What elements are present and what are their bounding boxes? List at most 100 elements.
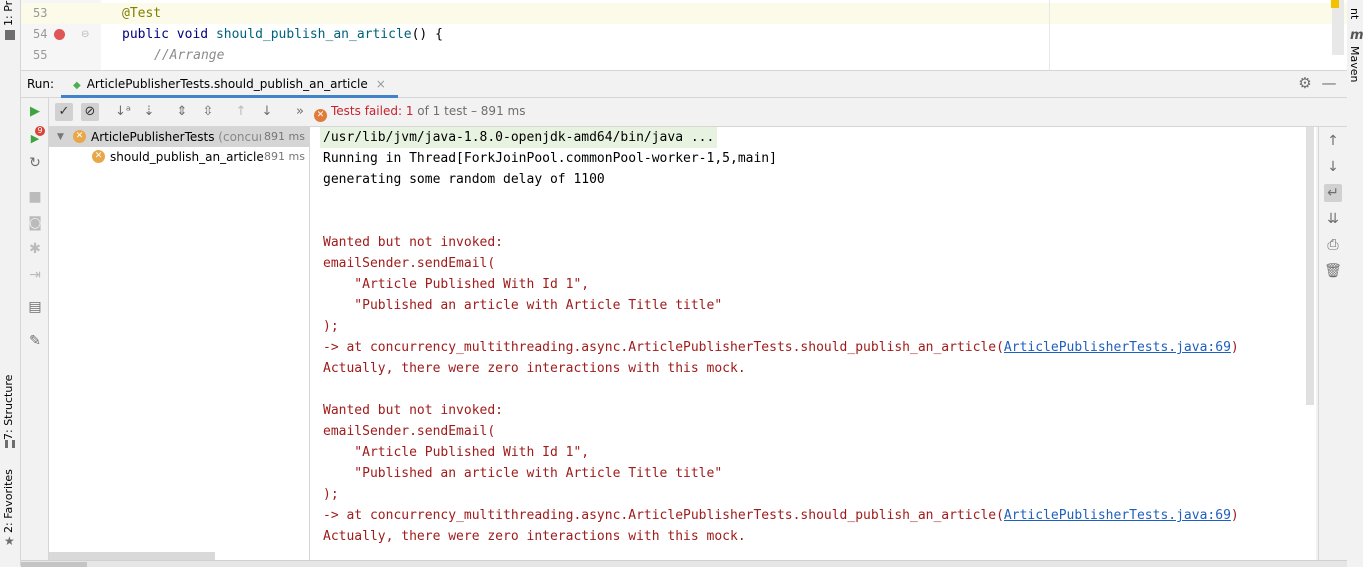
pin-icon[interactable]: ✎: [26, 332, 44, 350]
run-test-gutter-icon[interactable]: [54, 29, 65, 40]
console-stack-line: -> at concurrency_multithreading.async.A…: [323, 337, 1239, 358]
sort-alphabetically-icon[interactable]: ↓ᵃ: [114, 103, 132, 121]
favorites-tool-tab[interactable]: 2: Favorites ★: [0, 465, 20, 555]
star-icon: ★: [4, 534, 15, 548]
console-error-line: Actually, there were zero interactions w…: [323, 529, 746, 544]
test-failed-icon: ✕: [73, 130, 86, 143]
gear-icon[interactable]: ⚙: [1297, 75, 1313, 91]
down-arrow-icon[interactable]: ↓: [1324, 158, 1342, 176]
stack-trace-text: -> at concurrency_multithreading.async.A…: [323, 340, 1004, 355]
favorites-tab-label: 2: Favorites: [2, 469, 15, 533]
console-command-line[interactable]: /usr/lib/jvm/java-1.8.0-openjdk-amd64/bi…: [320, 127, 718, 148]
more-options-icon[interactable]: »: [291, 103, 309, 121]
tests-failed-icon: ✕: [314, 109, 327, 122]
maven-icon: m: [1350, 28, 1363, 43]
status-rest: of 1 test – 891 ms: [417, 104, 526, 118]
line-code: public void should_publish_an_article() …: [122, 24, 443, 45]
left-tool-strip: 1: Pr 7: Structure 2: Favorites ★: [0, 0, 21, 566]
bottom-scroll-thumb[interactable]: [21, 562, 87, 567]
expand-arrow-icon[interactable]: ▼: [57, 127, 64, 147]
run-panel-header: Run: ◆ ArticlePublisherTests.should_publi…: [21, 71, 1347, 98]
collapse-all-icon[interactable]: ⇳: [199, 103, 217, 121]
test-tree[interactable]: ▼ ✕ ArticlePublisherTests (concurrency 8…: [49, 127, 310, 560]
console-error-line: );: [323, 319, 339, 334]
fold-icon[interactable]: ⊖: [81, 24, 89, 45]
test-tree-item[interactable]: ✕ should_publish_an_article 891 ms: [49, 147, 309, 167]
console-error-line: "Published an article with Article Title…: [323, 298, 723, 313]
toggle-auto-test-icon[interactable]: ↻: [26, 154, 44, 172]
previous-failed-test-icon[interactable]: ↑: [232, 103, 250, 121]
maven-tab-label[interactable]: Maven: [1348, 46, 1361, 82]
warning-marker-icon[interactable]: [1331, 0, 1339, 8]
test-duration: 891 ms: [261, 127, 305, 147]
code-editor[interactable]: 53 @Test 54 ⊖ public void should_publish…: [21, 0, 1347, 71]
next-failed-test-icon[interactable]: ↓: [258, 103, 276, 121]
console-line: Running in Thread[ForkJoinPool.commonPoo…: [323, 151, 777, 166]
minimize-icon[interactable]: —: [1321, 75, 1337, 91]
console-line: generating some random delay of 1100: [323, 172, 605, 187]
line-number: 55: [33, 48, 48, 62]
structure-icon: [5, 440, 15, 448]
scroll-to-end-icon[interactable]: ⇊: [1324, 210, 1342, 228]
stack-trace-text: -> at concurrency_multithreading.async.A…: [323, 508, 1004, 523]
ant-tab-label[interactable]: nt: [1348, 8, 1361, 19]
console-error-line: Wanted but not invoked:: [323, 235, 504, 250]
right-margin-guide: [1049, 0, 1050, 70]
rerun-icon[interactable]: ▶: [26, 103, 44, 121]
console-error-line: "Published an article with Article Title…: [323, 466, 723, 481]
run-label: Run:: [27, 77, 55, 91]
expand-all-icon[interactable]: ⇕: [173, 103, 191, 121]
test-tree-root[interactable]: ▼ ✕ ArticlePublisherTests (concurrency 8…: [49, 127, 309, 147]
console-stack-line: -> at concurrency_multithreading.async.A…: [323, 505, 1239, 526]
close-icon[interactable]: ×: [376, 77, 386, 91]
console-right-toolbar: ↑ ↓ ↵ ⇊ ⎙ 🗑: [1318, 127, 1348, 560]
keyword-token: void: [176, 27, 209, 42]
stop-icon[interactable]: ■: [26, 188, 44, 206]
structure-tool-tab[interactable]: 7: Structure: [0, 370, 20, 450]
camera-icon[interactable]: ◙: [26, 214, 44, 232]
tree-horizontal-scrollbar[interactable]: [49, 552, 215, 560]
trash-icon[interactable]: 🗑: [1324, 262, 1342, 280]
editor-scrollbar[interactable]: [1332, 0, 1344, 55]
print-icon[interactable]: ⎙: [1324, 236, 1342, 254]
editor-line[interactable]: 55 //Arrange: [21, 45, 1347, 66]
right-tool-strip: nt m Maven: [1346, 0, 1363, 566]
layout-icon[interactable]: ▤: [26, 298, 44, 316]
console-error-line: );: [323, 487, 339, 502]
run-config-icon: ◆: [73, 80, 81, 91]
console-error-line: emailSender.sendEmail(: [323, 256, 496, 271]
run-left-toolbar: ▶ ▶ 9 ↻ ■ ◙ ✱ ⇥ ▤ ✎: [21, 98, 49, 560]
console-output[interactable]: /usr/lib/jvm/java-1.8.0-openjdk-amd64/bi…: [310, 127, 1316, 560]
method-name-token: should_publish_an_article: [215, 27, 412, 42]
exit-icon[interactable]: ⇥: [26, 266, 44, 284]
status-count: 1: [405, 104, 414, 118]
run-tab-title: ArticlePublisherTests.should_publish_an_…: [86, 77, 368, 91]
project-tool-tab[interactable]: 1: Pr: [0, 0, 20, 40]
annotation-token: @Test: [122, 6, 162, 21]
line-code: @Test: [122, 3, 161, 24]
console-error-line: Wanted but not invoked:: [323, 403, 504, 418]
up-arrow-icon[interactable]: ↑: [1324, 132, 1342, 150]
debug-bug-icon[interactable]: ✱: [26, 240, 44, 258]
source-link[interactable]: ArticlePublisherTests.java:69: [1004, 508, 1231, 523]
keyword-token: public: [122, 27, 169, 42]
folder-icon: [5, 30, 15, 40]
comment-token: //Arrange: [154, 48, 225, 63]
show-ignored-icon[interactable]: ⊘: [81, 103, 99, 121]
source-link[interactable]: ArticlePublisherTests.java:69: [1004, 340, 1231, 355]
status-prefix: Tests failed:: [331, 104, 402, 118]
sort-by-duration-icon[interactable]: ⇣: [140, 103, 158, 121]
console-error-line: emailSender.sendEmail(: [323, 424, 496, 439]
rerun-failed-tests-icon[interactable]: ▶ 9: [26, 126, 45, 147]
editor-line[interactable]: 54 ⊖ public void should_publish_an_artic…: [21, 24, 1347, 45]
project-tab-label: 1: Pr: [2, 0, 15, 26]
run-config-tab[interactable]: ◆ ArticlePublisherTests.should_publish_an…: [61, 71, 398, 98]
soft-wrap-icon[interactable]: ↵: [1324, 184, 1342, 202]
test-runner-toolbar: ✓ ⊘ ↓ᵃ ⇣ ⇕ ⇳ ↑ ↓ » ✕ Tests failed: 1 of 1…: [49, 98, 1347, 127]
punctuation-token: () {: [411, 27, 443, 42]
console-scrollbar[interactable]: [1306, 127, 1314, 405]
line-number: 53: [33, 6, 48, 20]
stack-trace-text: ): [1230, 340, 1239, 355]
show-passed-icon[interactable]: ✓: [55, 103, 73, 121]
editor-line[interactable]: 53 @Test: [21, 3, 1347, 24]
